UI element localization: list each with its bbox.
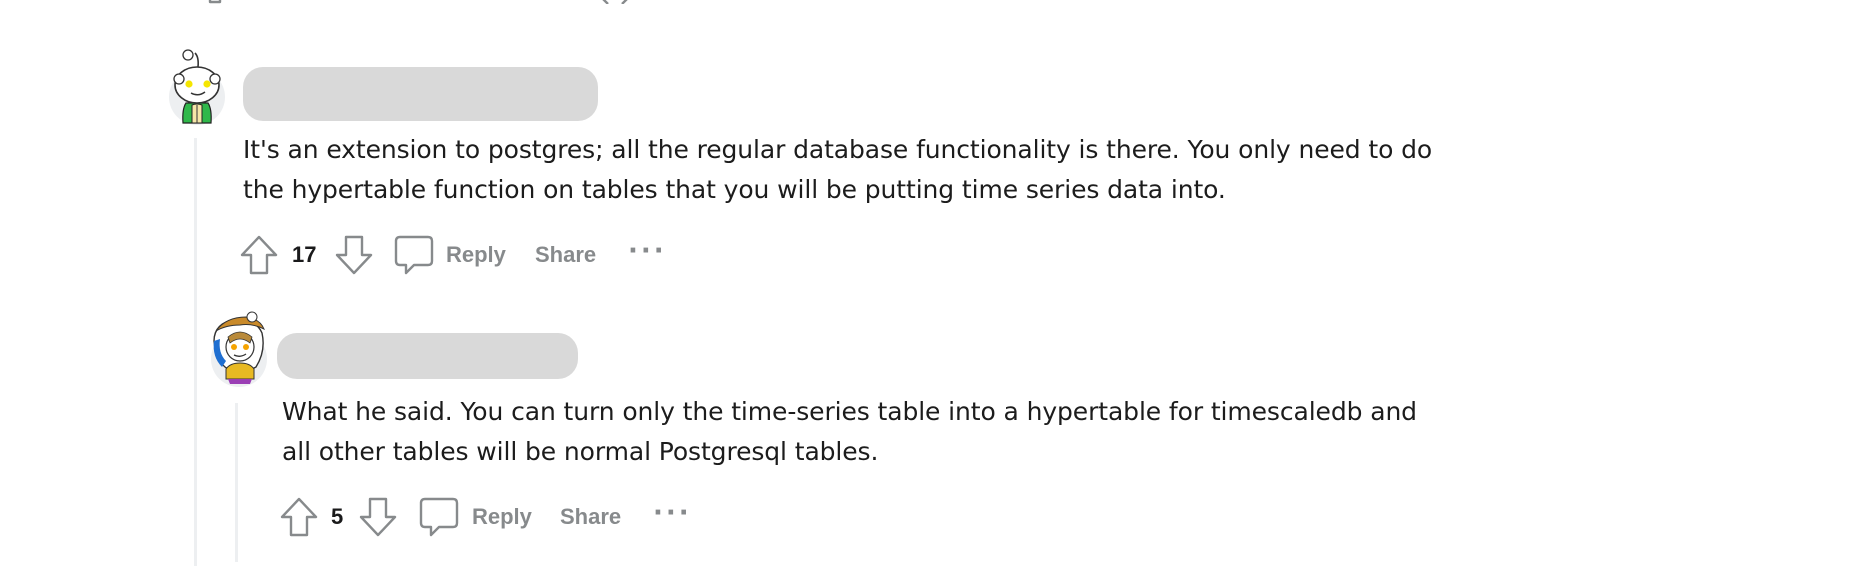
comment-text-line: all other tables will be normal Postgres… <box>282 437 879 466</box>
snoo-avatar-icon <box>211 311 267 387</box>
downvote-button[interactable] <box>359 497 397 537</box>
avatar[interactable] <box>206 311 272 389</box>
avatar[interactable] <box>166 47 228 125</box>
vote-score: 5 <box>331 504 344 529</box>
more-options-button[interactable]: ··· <box>653 493 692 533</box>
downvote-icon <box>359 497 397 537</box>
more-options-button[interactable]: ··· <box>628 231 667 271</box>
reply-button[interactable]: Reply <box>419 497 539 537</box>
downvote-button[interactable] <box>335 235 373 275</box>
reply-label: Reply <box>446 242 506 267</box>
comment-text-line: the hypertable function on tables that y… <box>243 175 1226 204</box>
comment-body: What he said. You can turn only the time… <box>282 392 1417 472</box>
username-redacted <box>277 333 578 379</box>
reply-button[interactable]: Reply <box>394 235 514 275</box>
thread-line[interactable] <box>235 403 238 562</box>
snoo-avatar-icon <box>169 49 225 125</box>
comment-body: It's an extension to postgres; all the r… <box>243 130 1432 210</box>
vote-score: 17 <box>292 242 317 267</box>
comment-text-line: It's an extension to postgres; all the r… <box>243 135 1433 164</box>
upvote-icon <box>280 497 318 537</box>
comment-bubble-icon <box>394 234 434 276</box>
username-redacted <box>243 67 598 121</box>
upvote-button[interactable] <box>240 235 278 275</box>
upvote-button[interactable] <box>280 497 318 537</box>
partial-award-icon <box>600 0 630 5</box>
partial-upvote-icon <box>200 0 230 4</box>
share-button[interactable]: Share <box>535 235 596 275</box>
share-button[interactable]: Share <box>560 497 621 537</box>
reply-label: Reply <box>472 504 532 529</box>
comment-actions: 17 Reply Share ··· <box>240 235 680 275</box>
comment-text-line: What he said. You can turn only the time… <box>282 397 1417 426</box>
comment-actions: 5 Reply Share ··· <box>280 497 700 537</box>
thread-line[interactable] <box>194 138 197 566</box>
comment-bubble-icon <box>419 496 459 538</box>
upvote-icon <box>240 235 278 275</box>
downvote-icon <box>335 235 373 275</box>
